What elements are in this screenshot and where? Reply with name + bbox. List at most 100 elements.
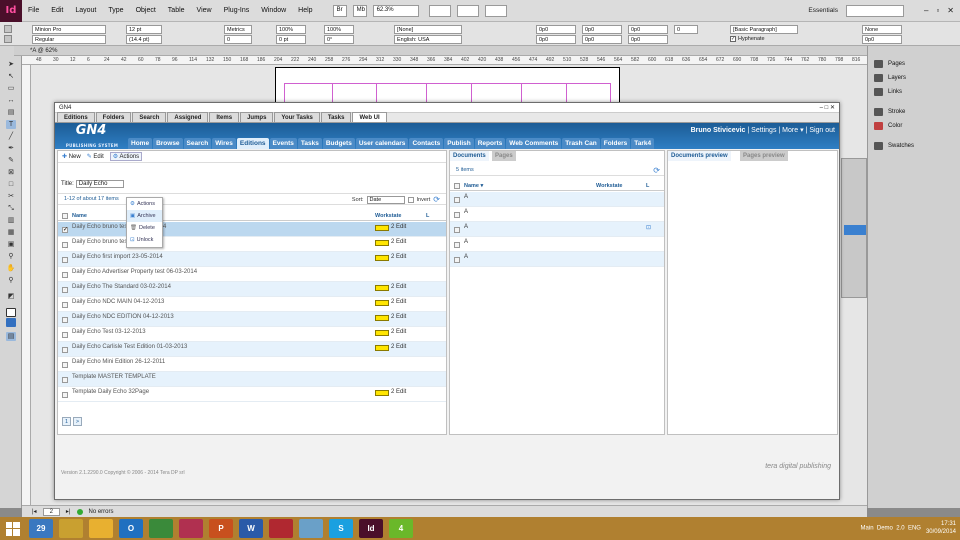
taskbar-app-icon[interactable] [149,519,173,538]
select-all-checkbox[interactable] [454,183,460,189]
nav-publish[interactable]: Publish [444,138,474,149]
refresh-icon[interactable]: ⟳ [433,195,440,204]
row-checkbox[interactable] [454,212,460,218]
menu-item-archive[interactable]: ▣ Archive [127,210,162,222]
right-indent-field[interactable]: 0p0 [582,25,622,34]
table-row[interactable]: Daily Echo first import 23-05-2014 2 Edit [58,252,446,267]
minimize-icon[interactable]: – [820,105,823,111]
taskbar-app-icon[interactable] [59,519,83,538]
close-icon[interactable]: ✕ [947,6,954,15]
menu-item-unlock[interactable]: ⊡ Unlock [127,234,162,246]
restore-icon[interactable]: ▫ [936,6,939,15]
row-checkbox[interactable] [62,287,68,293]
menu-file[interactable]: File [22,7,45,14]
menu-item-delete[interactable]: 🗑 Delete [127,222,162,234]
table-row[interactable]: ✓ Daily Echo bruno test 2 30-09-2014 2 Edi… [58,222,446,237]
edition-name[interactable]: Daily Echo Mini Edition 26-12-2011 [72,359,165,365]
rectangle-tool-icon[interactable]: □ [6,180,16,189]
drop-cap-lines-field[interactable]: 0 [674,25,698,34]
menu-item-actions[interactable]: ⚙ Actions [127,198,162,210]
gn4-tab-folders[interactable]: Folders [95,112,132,122]
paragraph-style-select[interactable]: [Basic Paragraph] [730,25,798,34]
edition-name[interactable]: Daily Echo Advertiser Property test 06-0… [72,269,197,275]
gn4-tab-jumps[interactable]: Jumps [240,112,274,122]
kerning-field[interactable]: Metrics [224,25,252,34]
fill-stroke-icon[interactable]: ◩ [6,292,16,301]
space-after-field[interactable]: 0p0 [628,35,668,44]
horizontal-scale-field[interactable]: 100% [324,25,354,34]
name-column-header[interactable]: Name ▾ [464,183,483,189]
nav-web-comments[interactable]: Web Comments [506,138,562,149]
space-before-field[interactable]: 0p0 [628,25,668,34]
row-checkbox[interactable] [62,362,68,368]
nav-browse[interactable]: Browse [153,138,183,149]
eyedropper-tool-icon[interactable]: ⚲ [6,252,16,261]
minimize-icon[interactable]: – [924,6,928,15]
number-field[interactable]: 0p0 [862,35,902,44]
pencil-tool-icon[interactable]: ✎ [6,156,16,165]
document-row[interactable]: A [450,252,664,267]
nav-tark4[interactable]: Tark4 [631,138,655,149]
language-select[interactable]: English: USA [394,35,462,44]
new-button[interactable]: ✚ New [62,153,81,160]
row-checkbox[interactable] [62,272,68,278]
nav-reports[interactable]: Reports [474,138,506,149]
gradient-feather-tool-icon[interactable]: ▦ [6,228,16,237]
minibridge-icon[interactable]: Mb [352,4,367,17]
gn4-tab-assigned[interactable]: Assigned [167,112,209,122]
last-line-indent-field[interactable]: 0p0 [582,35,622,44]
table-row[interactable]: Daily Echo NDC MAIN 04-12-2013 2 Edit [58,297,446,312]
selection-tool-icon[interactable]: ➤ [6,60,16,69]
hyphenate-checkbox[interactable]: ✓ Hyphenate [730,36,765,42]
tray-main[interactable]: Main [861,526,874,532]
swatch-selected[interactable] [844,225,866,235]
tab-documents[interactable]: Documents [450,151,489,161]
formatting-text-icon[interactable] [6,318,16,327]
menu-view[interactable]: View [191,7,218,14]
tab-pages[interactable]: Pages [492,151,516,161]
font-family-select[interactable]: Minion Pro [32,25,106,34]
swatches-panel-button[interactable]: Swatches [874,140,956,152]
edition-name[interactable]: Daily Echo NDC MAIN 04-12-2013 [72,299,164,305]
edition-name[interactable]: Daily Echo first import 23-05-2014 [72,254,163,260]
bullets-select[interactable]: None [862,25,902,34]
taskbar-app-icon[interactable] [269,519,293,538]
gn4-tab-search[interactable]: Search [132,112,167,122]
stroke-panel-button[interactable]: Stroke [874,106,956,118]
table-row[interactable]: Template MASTER TEMPLATE [58,372,446,387]
edition-name[interactable]: Daily Echo Test 03-12-2013 [72,329,146,335]
title-input[interactable]: Daily Echo [75,180,124,188]
taskbar-app-icon[interactable] [299,519,323,538]
help-search-input[interactable] [846,4,904,17]
line-tool-icon[interactable]: ╱ [6,132,16,141]
menu-type[interactable]: Type [102,7,129,14]
hand-tool-icon[interactable]: ✋ [6,264,16,273]
row-checkbox[interactable] [454,227,460,233]
workstate-column-header[interactable]: Workstate [596,183,623,189]
first-page-icon[interactable]: |◂ [32,508,37,515]
left-indent-field[interactable]: 0p0 [536,25,576,34]
zoom-tool-icon[interactable]: ⚲ [6,276,16,285]
document-name[interactable]: A [464,224,468,230]
vertical-scale-field[interactable]: 100% [276,25,306,34]
gn4-tab-tasks[interactable]: Tasks [320,112,352,122]
type-tool-icon[interactable]: T [6,120,16,129]
row-checkbox[interactable] [454,242,460,248]
close-icon[interactable]: ✕ [830,105,835,111]
baseline-shift-field[interactable]: 0 pt [276,35,306,44]
layers-panel-button[interactable]: Layers [874,72,956,84]
gn4-tab-items[interactable]: Items [209,112,240,122]
pen-tool-icon[interactable]: ✒ [6,144,16,153]
taskbar-app-icon[interactable]: Id [359,519,383,538]
document-row[interactable]: A [450,207,664,222]
tray-clock[interactable]: 17:31 30/09/2014 [926,520,956,536]
scissors-tool-icon[interactable]: ✂ [6,192,16,201]
menu-help[interactable]: Help [292,7,318,14]
workspace-switcher[interactable]: Essentials [808,7,838,14]
nav-wires[interactable]: Wires [212,138,236,149]
document-name[interactable]: A [464,209,468,215]
menu-plugins[interactable]: Plug-Ins [218,7,256,14]
color-panel-button[interactable]: Color [874,120,956,132]
document-row[interactable]: A [450,192,664,207]
sort-select[interactable]: Date [366,195,405,204]
